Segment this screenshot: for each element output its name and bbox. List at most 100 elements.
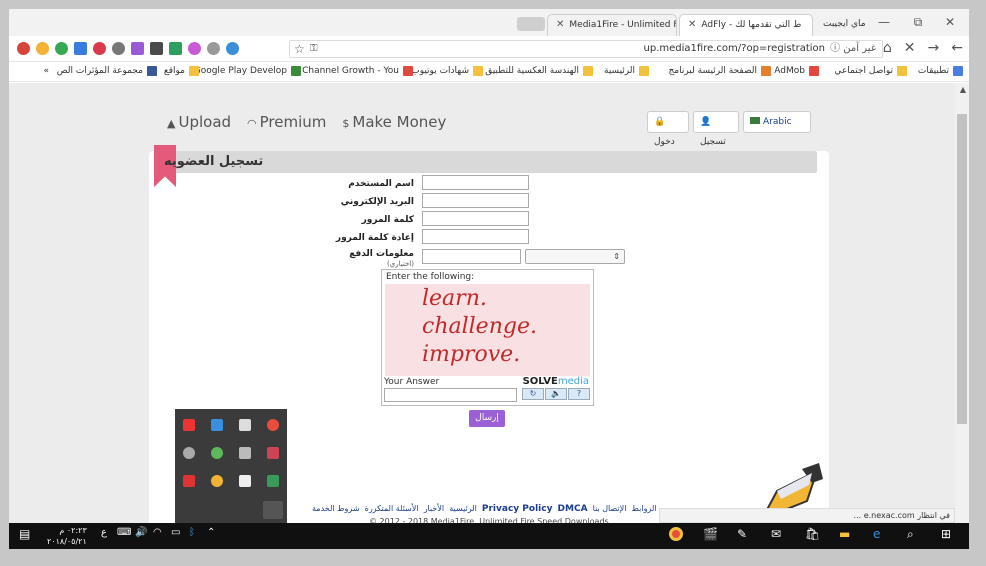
volume-icon[interactable]: 🔊 <box>135 527 147 538</box>
bookmark-item[interactable]: شهادات يوتيوب <box>411 66 483 76</box>
omnibox[interactable]: ☆ ⚿ up.media1fire.com/?op=registration ⓘ… <box>289 40 883 58</box>
keyboard-icon[interactable]: ⌨ <box>117 527 131 538</box>
bookmark-item[interactable]: Google Play Develop <box>194 66 301 76</box>
tab-media1fire[interactable]: ✕ Media1Fire - Unlimited F <box>547 14 677 36</box>
edge-taskbar-icon[interactable]: e <box>873 527 880 541</box>
extension-icon[interactable] <box>74 42 87 55</box>
captcha-refresh-button[interactable]: ↻ <box>522 388 544 400</box>
footer-link[interactable]: DMCA <box>558 504 588 514</box>
captcha-answer-input[interactable] <box>384 388 517 402</box>
extension-icon[interactable] <box>55 42 68 55</box>
password-input[interactable] <box>422 211 529 226</box>
payment-input[interactable] <box>422 249 521 264</box>
register-button[interactable]: 👤 تسجيل <box>693 111 739 147</box>
password-confirm-input[interactable] <box>422 229 529 244</box>
bookmark-item[interactable]: مواقع <box>164 66 199 76</box>
tray-app-icon[interactable] <box>239 475 251 487</box>
action-center-icon[interactable]: ▤ <box>19 527 30 541</box>
url-text[interactable]: up.media1fire.com/?op=registration <box>644 41 825 57</box>
security-indicator[interactable]: ⓘ غير آمن <box>830 41 876 57</box>
tray-app-icon[interactable] <box>211 475 223 487</box>
stop-icon[interactable]: ✕ <box>904 40 916 56</box>
extension-icon[interactable] <box>112 42 125 55</box>
bluetooth-icon[interactable]: ᛒ <box>189 527 195 538</box>
edit-taskbar-icon[interactable]: ✎ <box>737 527 747 541</box>
bookmark-item[interactable]: الهندسة العكسية للتطبيق <box>485 66 593 76</box>
footer-link[interactable]: Privacy Policy <box>482 504 553 514</box>
footer-link[interactable]: الأخبار <box>424 504 444 513</box>
extension-icon[interactable] <box>226 42 239 55</box>
tray-app-icon[interactable] <box>183 475 195 487</box>
bookmark-item[interactable]: تواصل اجتماعي <box>834 66 907 76</box>
minimize-button[interactable]: — <box>869 15 899 29</box>
tray-expand-icon[interactable]: ⌃ <box>207 527 215 538</box>
tray-app-icon[interactable] <box>267 419 279 431</box>
new-tab-button[interactable] <box>517 17 545 31</box>
captcha-help-button[interactable]: ? <box>568 388 590 400</box>
key-icon[interactable]: ⚿ <box>310 41 318 57</box>
tray-app-icon[interactable] <box>263 501 283 519</box>
bookmarks-overflow-button[interactable]: » <box>43 66 49 76</box>
language-button[interactable]: Arabic <box>743 111 811 133</box>
search-icon[interactable]: ⌕ <box>907 527 914 542</box>
start-button[interactable]: ⊞ <box>941 527 951 541</box>
email-input[interactable] <box>422 193 529 208</box>
tray-app-icon[interactable] <box>211 419 223 431</box>
back-icon[interactable]: ← <box>951 40 963 56</box>
chrome-taskbar-icon[interactable] <box>669 527 683 544</box>
nav-make-money[interactable]: $ Make Money <box>342 113 446 131</box>
username-input[interactable] <box>422 175 529 190</box>
extension-icon[interactable] <box>36 42 49 55</box>
mail-taskbar-icon[interactable]: ✉ <box>771 527 781 541</box>
footer-link[interactable]: شروط الخدمة <box>312 504 360 513</box>
store-taskbar-icon[interactable]: 🛍 <box>805 527 820 541</box>
payment-method-select[interactable]: ⇕ <box>525 249 625 264</box>
extension-icon[interactable] <box>188 42 201 55</box>
media-taskbar-icon[interactable]: 🎬 <box>703 527 718 541</box>
extension-icon[interactable] <box>169 42 182 55</box>
tray-app-icon[interactable] <box>183 447 195 459</box>
extension-icon[interactable] <box>93 42 106 55</box>
tray-app-icon[interactable] <box>239 419 251 431</box>
bookmark-item[interactable]: الرئيسية <box>604 66 649 76</box>
submit-button[interactable]: إرسال <box>469 410 505 427</box>
captcha-audio-button[interactable]: 🔈 <box>545 388 567 400</box>
bookmark-item[interactable]: AdMob <box>774 66 819 76</box>
footer-link[interactable]: الرئيسية <box>449 504 477 513</box>
input-language[interactable]: ع <box>101 527 107 538</box>
profile-label[interactable]: ماي ايجيبت <box>815 14 865 36</box>
maximize-button[interactable]: ⧉ <box>903 15 933 30</box>
tab-close-icon[interactable]: ✕ <box>556 19 564 30</box>
forward-icon[interactable]: → <box>928 40 940 56</box>
bookmark-item[interactable]: الصفحة الرئيسة لبرنامج <box>668 66 771 76</box>
scroll-up-icon[interactable]: ▲ <box>960 85 966 94</box>
footer-link[interactable]: الروابط <box>632 504 657 513</box>
nav-premium[interactable]: ◠ Premium <box>247 113 326 131</box>
extension-icon[interactable] <box>17 42 30 55</box>
close-window-button[interactable]: ✕ <box>935 15 965 29</box>
bookmark-apps[interactable]: تطبيقات <box>918 66 963 76</box>
tab-adfly[interactable]: ✕ AdFly - ط التي تقدمها لك <box>679 14 813 36</box>
tray-app-icon[interactable] <box>183 419 195 431</box>
bookmark-item[interactable]: مجموعة المؤثرات الص <box>57 66 157 76</box>
bookmark-star-icon[interactable]: ☆ <box>294 41 305 57</box>
scroll-thumb[interactable] <box>957 114 967 424</box>
extension-icon[interactable] <box>150 42 163 55</box>
nav-upload[interactable]: ▲ Upload <box>167 113 231 131</box>
wifi-icon[interactable]: ◠ <box>153 527 162 538</box>
tab-close-icon[interactable]: ✕ <box>688 19 696 30</box>
login-button[interactable]: 🔒 دخول <box>647 111 689 147</box>
extension-icon[interactable] <box>207 42 220 55</box>
footer-link[interactable]: الإتصال بنا <box>593 504 627 513</box>
home-icon[interactable]: ⌂ <box>883 40 892 56</box>
explorer-taskbar-icon[interactable]: ▬ <box>839 527 850 541</box>
taskbar-clock[interactable]: ٠٢:٢٣ م ٢٠١٨/٠٥/٢١ <box>47 525 87 547</box>
tray-app-icon[interactable] <box>267 475 279 487</box>
battery-icon[interactable]: ▭ <box>171 527 180 538</box>
extension-icon[interactable] <box>131 42 144 55</box>
tray-app-icon[interactable] <box>267 447 279 459</box>
footer-link[interactable]: الأسئلة المتكررة <box>365 504 419 513</box>
bookmark-item[interactable]: Channel Growth - You <box>302 66 413 76</box>
tray-app-icon[interactable] <box>239 447 251 459</box>
tray-app-icon[interactable] <box>211 447 223 459</box>
